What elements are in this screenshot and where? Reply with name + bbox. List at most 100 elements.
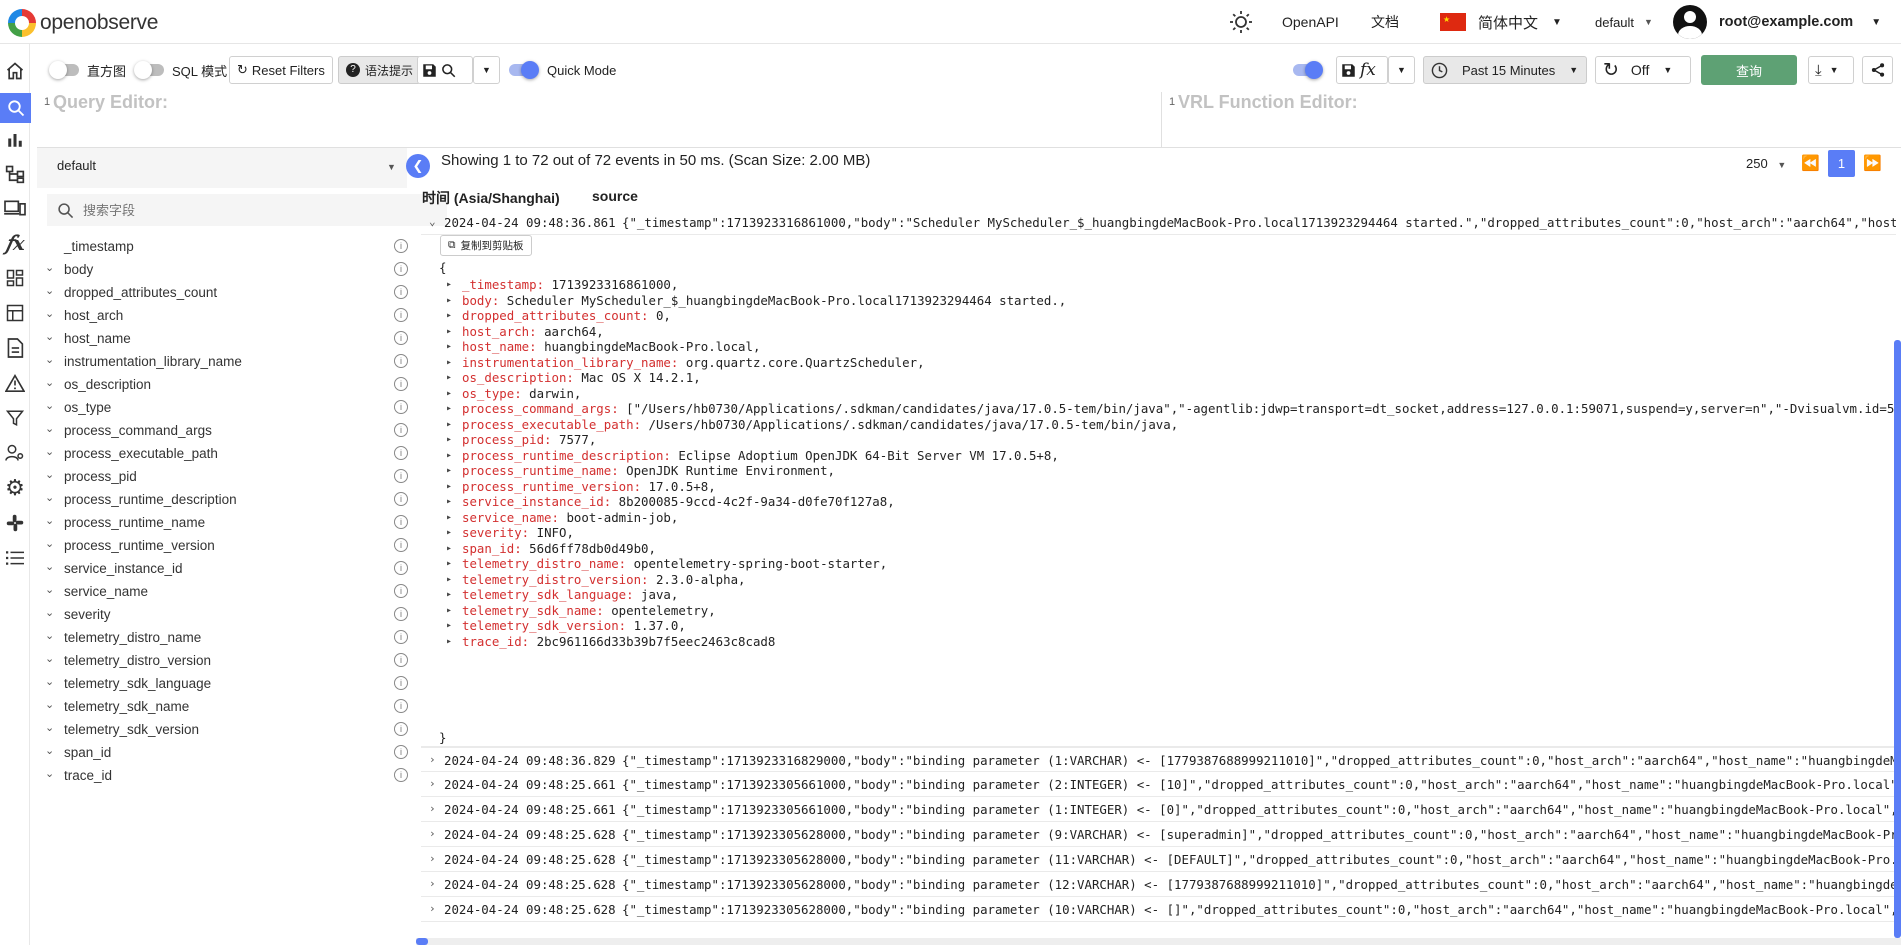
histogram-toggle[interactable]: 直方图 bbox=[49, 56, 126, 84]
last-page-button[interactable]: ⏩ bbox=[1863, 154, 1882, 172]
function-toggle[interactable] bbox=[1293, 56, 1323, 84]
reset-filters-button[interactable]: ↻ Reset Filters bbox=[229, 56, 333, 84]
chevron-down-icon[interactable]: ⌄ bbox=[45, 445, 54, 458]
org-select[interactable]: default ▼ bbox=[1595, 0, 1653, 44]
log-row[interactable]: › 2024-04-24 09:48:25.628 {"_timestamp":17… bbox=[421, 872, 1896, 897]
info-icon[interactable]: i bbox=[394, 630, 408, 644]
chevron-down-icon[interactable]: ⌄ bbox=[45, 698, 54, 711]
first-page-button[interactable]: ⏪ bbox=[1801, 154, 1820, 172]
chevron-down-icon[interactable]: ⌄ bbox=[45, 307, 54, 320]
field-search-input[interactable] bbox=[83, 200, 403, 220]
syntax-help-button[interactable]: ? 语法提示 bbox=[338, 56, 422, 84]
info-icon[interactable]: i bbox=[394, 446, 408, 460]
field-item[interactable]: ⌄ trace_id i bbox=[37, 765, 410, 789]
bullet-icon[interactable]: ▸ bbox=[446, 636, 452, 647]
dashboards-icon[interactable] bbox=[3, 266, 27, 290]
time-range-picker[interactable]: Past 15 Minutes ▼ bbox=[1423, 56, 1587, 84]
bullet-icon[interactable]: ▸ bbox=[446, 310, 452, 321]
chevron-down-icon[interactable]: ⌄ bbox=[45, 284, 54, 297]
about-list-icon[interactable] bbox=[3, 546, 27, 570]
field-item[interactable]: ⌄ os_type i bbox=[37, 397, 410, 421]
function-switch[interactable] bbox=[1293, 61, 1323, 79]
quick-mode-switch[interactable] bbox=[509, 61, 539, 79]
current-page-button[interactable]: 1 bbox=[1828, 150, 1855, 177]
chevron-down-icon[interactable]: ⌄ bbox=[45, 537, 54, 550]
alerts-icon[interactable] bbox=[3, 371, 27, 395]
field-item[interactable]: ⌄ body i bbox=[37, 259, 410, 283]
chevron-right-icon[interactable]: › bbox=[429, 827, 436, 840]
field-item[interactable]: ⌄ telemetry_sdk_language i bbox=[37, 673, 410, 697]
bullet-icon[interactable]: ▸ bbox=[446, 279, 452, 290]
info-icon[interactable]: i bbox=[394, 285, 408, 299]
bullet-icon[interactable]: ▸ bbox=[446, 512, 452, 523]
sql-mode-switch[interactable] bbox=[134, 61, 164, 79]
chevron-down-icon[interactable]: ⌄ bbox=[45, 629, 54, 642]
bullet-icon[interactable]: ▸ bbox=[446, 605, 452, 616]
bullet-icon[interactable]: ▸ bbox=[446, 295, 452, 306]
streams-icon[interactable] bbox=[3, 301, 27, 325]
info-icon[interactable]: i bbox=[394, 262, 408, 276]
log-row[interactable]: › 2024-04-24 09:48:25.628 {"_timestamp":17… bbox=[421, 822, 1896, 847]
field-item[interactable]: ⌄ host_name i bbox=[37, 328, 410, 352]
chevron-right-icon[interactable]: › bbox=[429, 777, 436, 790]
info-icon[interactable]: i bbox=[394, 492, 408, 506]
chevron-right-icon[interactable]: › bbox=[429, 802, 436, 815]
language-select[interactable]: ★ 简体中文 ▼ bbox=[1440, 0, 1562, 44]
chevron-down-icon[interactable]: ⌄ bbox=[45, 744, 54, 757]
info-icon[interactable]: i bbox=[394, 423, 408, 437]
bullet-icon[interactable]: ▸ bbox=[446, 434, 452, 445]
user-menu[interactable]: root@example.com ▼ bbox=[1673, 0, 1881, 44]
column-header-time[interactable]: 时间 (Asia/Shanghai) bbox=[422, 188, 560, 208]
info-icon[interactable]: i bbox=[394, 377, 408, 391]
run-query-button[interactable]: 查询 bbox=[1701, 55, 1797, 85]
chevron-down-icon[interactable]: ⌄ bbox=[45, 652, 54, 665]
slack-icon[interactable] bbox=[3, 511, 27, 535]
info-icon[interactable]: i bbox=[394, 722, 408, 736]
bullet-icon[interactable]: ▸ bbox=[446, 574, 452, 585]
bullet-icon[interactable]: ▸ bbox=[446, 481, 452, 492]
field-item[interactable]: ⌄ span_id i bbox=[37, 742, 410, 766]
field-item[interactable]: ⌄ service_instance_id i bbox=[37, 558, 410, 582]
field-item[interactable]: ⌄ telemetry_distro_name i bbox=[37, 627, 410, 651]
field-item[interactable]: _timestamp i bbox=[37, 236, 410, 260]
bullet-icon[interactable]: ▸ bbox=[446, 620, 452, 631]
field-item[interactable]: ⌄ severity i bbox=[37, 604, 410, 628]
field-item[interactable]: ⌄ instrumentation_library_name i bbox=[37, 351, 410, 375]
download-button[interactable]: ⤓ ▼ bbox=[1808, 56, 1854, 84]
chevron-right-icon[interactable]: › bbox=[429, 852, 436, 865]
rum-icon[interactable] bbox=[3, 196, 27, 220]
chevron-right-icon[interactable]: › bbox=[429, 753, 436, 766]
openapi-link[interactable]: OpenAPI bbox=[1282, 0, 1339, 44]
info-icon[interactable]: i bbox=[394, 768, 408, 782]
bullet-icon[interactable]: ▸ bbox=[446, 403, 452, 414]
stream-select[interactable]: default ▼ bbox=[37, 148, 407, 188]
settings-icon[interactable]: ⚙ bbox=[3, 475, 27, 500]
functions-icon[interactable]: 𝑓x bbox=[3, 231, 27, 255]
field-item[interactable]: ⌄ process_runtime_name i bbox=[37, 512, 410, 536]
traces-icon[interactable] bbox=[3, 162, 27, 186]
chevron-down-icon[interactable]: ⌄ bbox=[45, 330, 54, 343]
log-row[interactable]: › 2024-04-24 09:48:25.628 {"_timestamp":17… bbox=[421, 847, 1896, 872]
reports-icon[interactable] bbox=[3, 336, 27, 360]
bullet-icon[interactable]: ▸ bbox=[446, 357, 452, 368]
share-button[interactable] bbox=[1862, 56, 1893, 84]
app-logo[interactable]: openobserve bbox=[8, 9, 158, 37]
chevron-down-icon[interactable]: ⌄ bbox=[45, 606, 54, 619]
bullet-icon[interactable]: ▸ bbox=[446, 589, 452, 600]
info-icon[interactable]: i bbox=[394, 331, 408, 345]
field-item[interactable]: ⌄ process_command_args i bbox=[37, 420, 410, 444]
field-item[interactable]: ⌄ process_pid i bbox=[37, 466, 410, 490]
metrics-icon[interactable] bbox=[3, 128, 27, 152]
field-item[interactable]: ⌄ telemetry_sdk_name i bbox=[37, 696, 410, 720]
page-size-select[interactable]: 250 ▼ bbox=[1746, 156, 1786, 171]
info-icon[interactable]: i bbox=[394, 584, 408, 598]
chevron-down-icon[interactable]: ⌄ bbox=[45, 422, 54, 435]
quick-mode-toggle[interactable]: Quick Mode bbox=[509, 56, 616, 84]
chevron-down-icon[interactable]: ⌄ bbox=[45, 353, 54, 366]
field-item[interactable]: ⌄ dropped_attributes_count i bbox=[37, 282, 410, 306]
chevron-down-icon[interactable]: ⌄ bbox=[45, 514, 54, 527]
horizontal-scrollbar-thumb[interactable] bbox=[416, 938, 428, 945]
bullet-icon[interactable]: ▸ bbox=[446, 465, 452, 476]
bullet-icon[interactable]: ▸ bbox=[446, 388, 452, 399]
bullet-icon[interactable]: ▸ bbox=[446, 496, 452, 507]
